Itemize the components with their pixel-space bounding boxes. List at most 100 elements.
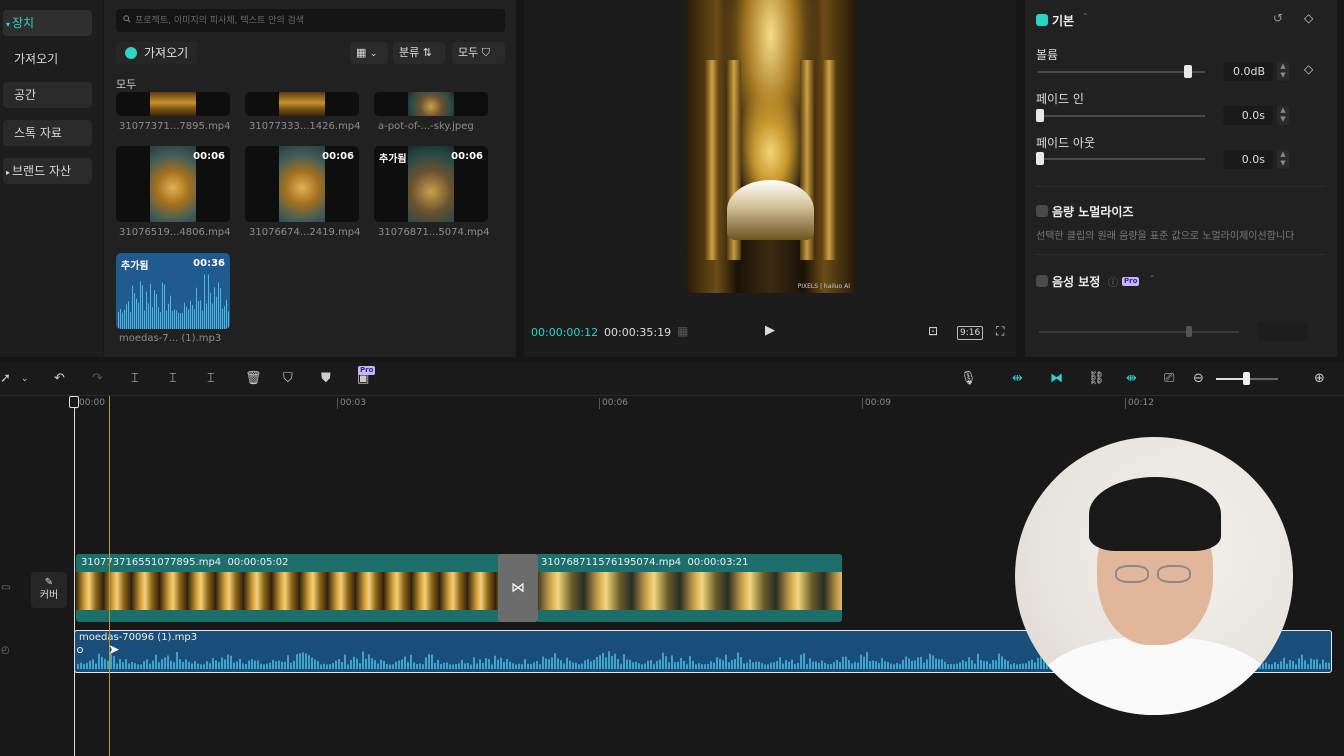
expand-icon[interactable]: ⌃ <box>1149 274 1156 283</box>
sort-button[interactable]: 분류 ⇅ <box>393 42 445 64</box>
volume-stepper[interactable]: ▲ ▼ <box>1277 62 1289 81</box>
waveform-bar <box>113 656 115 669</box>
collapse-icon[interactable]: ⌃ <box>1082 12 1089 21</box>
sort-icon: ⇅ <box>422 46 432 59</box>
info-icon[interactable]: ⓘ <box>1108 274 1118 289</box>
waveform-bar <box>1025 663 1027 669</box>
waveform-bar <box>1298 658 1300 669</box>
waveform-bar <box>296 654 298 669</box>
sidebar-item-stock[interactable]: 스톡 자료 <box>3 120 92 146</box>
waveform-bar <box>1322 659 1324 669</box>
playhead-handle[interactable] <box>69 396 79 408</box>
auto-snap-icon[interactable]: ⧓ <box>1050 371 1063 387</box>
shield-icon[interactable]: ⛊ <box>321 371 331 387</box>
voice-enhance-label: 음성 보정 <box>1052 275 1101 289</box>
waveform-bar <box>569 660 571 669</box>
media-item[interactable]: 00:06 <box>245 146 359 222</box>
cover-button[interactable]: ✎ 커버 <box>31 572 67 608</box>
trim-left-icon[interactable]: ⌶ <box>169 371 177 387</box>
chevron-down-icon[interactable]: ⌄ <box>21 371 29 387</box>
fade-in-slider-knob[interactable] <box>1036 109 1044 122</box>
waveform-bar <box>467 662 469 669</box>
sidebar-item-device[interactable]: ▾ 장치 <box>3 10 92 36</box>
delete-icon[interactable]: 🗑 <box>245 371 262 387</box>
play-icon[interactable]: ▶ <box>765 323 775 338</box>
playhead[interactable] <box>74 396 75 756</box>
aspect-ratio-button[interactable]: 9:16 <box>957 326 984 340</box>
volume-slider-knob[interactable] <box>1184 65 1193 78</box>
waveform-bar <box>977 653 979 669</box>
clip-duration: 00:00:05:02 <box>227 557 289 568</box>
fade-in-stepper[interactable]: ▲ ▼ <box>1277 106 1289 125</box>
keyframe-handle[interactable] <box>77 647 83 653</box>
media-item-audio[interactable]: 추가됨 00:36 <box>116 253 230 329</box>
microphone-icon[interactable]: 🎙 <box>960 371 977 387</box>
fade-out-slider-knob[interactable] <box>1036 152 1044 165</box>
voice-enhance-checkbox[interactable] <box>1036 275 1048 287</box>
keyframe-icon[interactable]: ◇ <box>1304 11 1313 25</box>
search-input[interactable] <box>135 13 495 28</box>
marker-add-icon[interactable]: ⛉ <box>283 371 293 387</box>
import-button[interactable]: 가져오기 <box>116 42 198 64</box>
waveform-bar <box>962 660 964 669</box>
preview-axis-icon[interactable]: ⇼ <box>1126 371 1137 387</box>
waveform-bar <box>860 654 862 669</box>
media-item[interactable]: 추가됨 00:06 <box>374 146 488 222</box>
link-icon[interactable]: ⛓ <box>1088 371 1105 387</box>
waveform-bar <box>815 661 817 669</box>
normalize-checkbox[interactable] <box>1036 205 1048 217</box>
waveform-bar <box>539 664 541 669</box>
waveform-bar <box>104 658 106 669</box>
waveform-bar <box>638 663 640 669</box>
waveform-bar <box>1004 659 1006 669</box>
fade-out-slider[interactable] <box>1038 158 1205 160</box>
fade-out-label: 페이드 아웃 <box>1036 136 1096 150</box>
timeline-grid-icon[interactable]: ▦ <box>677 324 688 338</box>
redo-icon[interactable]: ↷ <box>92 371 103 387</box>
waveform-bar <box>692 660 694 669</box>
zoom-in-icon[interactable]: ⊕ <box>1314 371 1325 387</box>
waveform-bar <box>287 655 289 669</box>
waveform-bar <box>761 663 763 669</box>
split-icon[interactable]: ⌶ <box>131 371 139 387</box>
transition-icon[interactable]: ⋈ <box>498 554 538 622</box>
presenter-shirt <box>1035 637 1275 715</box>
waveform-bar <box>119 659 121 669</box>
waveform-bar <box>1289 659 1291 669</box>
filter-button[interactable]: 모두 ⛉ <box>452 42 505 64</box>
volume-slider[interactable] <box>1038 71 1205 73</box>
thumbnail-image <box>279 146 325 222</box>
volume-input[interactable]: 0.0dB <box>1223 62 1273 81</box>
fade-in-slider[interactable] <box>1038 115 1205 117</box>
fullscreen-icon[interactable]: ⛶ <box>996 324 1004 339</box>
zoom-out-icon[interactable]: ⊖ <box>1193 371 1204 387</box>
reset-icon[interactable]: ↺ <box>1273 11 1283 25</box>
waveform-bar <box>386 663 388 669</box>
media-item[interactable] <box>116 92 230 116</box>
sidebar-item-brand-assets[interactable]: ▸ 브랜드 자산 <box>3 158 92 184</box>
video-clip[interactable]: 310768711576195074.mp4 00:00:03:21 <box>536 554 842 622</box>
waveform-bar <box>137 664 139 669</box>
media-item[interactable] <box>245 92 359 116</box>
video-clip[interactable]: 310773716551077895.mp4 00:00:05:02 <box>76 554 502 622</box>
zoom-fit-icon[interactable]: ⊡ <box>928 324 938 338</box>
main-track-magnet-icon[interactable]: ⇹ <box>1012 371 1023 387</box>
screen-icon[interactable]: ⎚ <box>1164 371 1174 387</box>
keyframe-icon[interactable]: ◇ <box>1304 62 1313 76</box>
waveform-bar <box>365 658 367 669</box>
trim-right-icon[interactable]: ⌶ <box>207 371 215 387</box>
sidebar-item-space[interactable]: 공간 <box>3 82 92 108</box>
media-item[interactable] <box>374 92 488 116</box>
fade-in-input[interactable]: 0.0s <box>1223 106 1273 125</box>
media-item[interactable]: 00:06 <box>116 146 230 222</box>
basic-checkbox[interactable] <box>1036 14 1048 26</box>
waveform-bar <box>164 657 166 669</box>
waveform-bar <box>197 663 199 669</box>
select-tool-icon[interactable]: ➚ <box>0 371 11 387</box>
view-toggle-button[interactable]: ▦ ⌄ <box>350 42 388 64</box>
zoom-slider-knob[interactable] <box>1243 372 1250 385</box>
fade-out-input[interactable]: 0.0s <box>1223 150 1273 169</box>
undo-icon[interactable]: ↶ <box>54 371 65 387</box>
sidebar-item-import[interactable]: 가져오기 <box>3 46 92 72</box>
fade-out-stepper[interactable]: ▲ ▼ <box>1277 150 1289 169</box>
